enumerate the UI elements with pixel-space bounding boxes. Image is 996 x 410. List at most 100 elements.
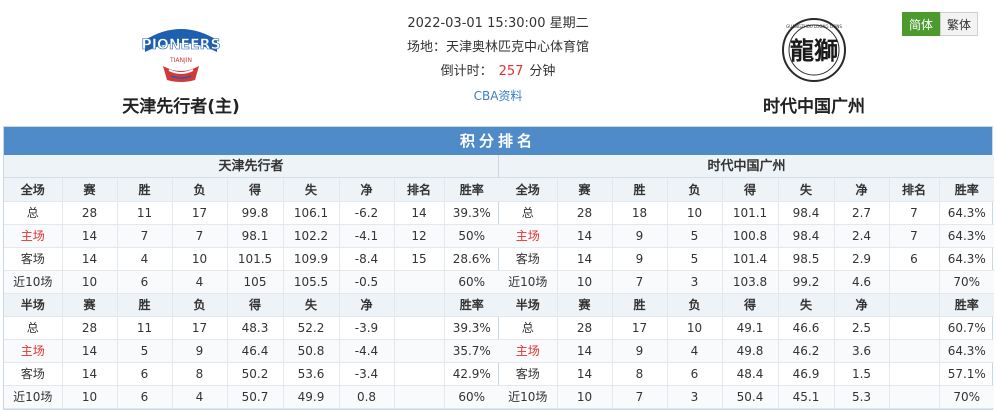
table-cell: 主场: [4, 339, 63, 363]
table-cell: 3.6: [834, 339, 890, 363]
table-cell: [889, 339, 940, 363]
table-cell: 48.3: [227, 316, 284, 340]
away-team-logo-icon[interactable]: GUANGZHOU LOONG LIONS 龍獅: [766, 14, 862, 86]
table-cell: -4.4: [339, 339, 395, 363]
table-cell: 105.5: [283, 270, 340, 294]
table-cell: -8.4: [339, 247, 395, 271]
table-cell: -6.2: [339, 201, 395, 225]
table-row: 客场 14 8 6 48.4 46.9 1.5 57.1%: [499, 362, 994, 386]
table-cell: 2.5: [834, 316, 890, 340]
table-cell: 7: [612, 270, 668, 294]
table-cell: 6: [889, 247, 940, 271]
countdown-label: 倒计时：: [440, 64, 493, 79]
column-header: 得: [722, 293, 779, 317]
column-header: 胜: [117, 178, 173, 202]
column-header: 负: [667, 178, 723, 202]
table-cell: 50.7: [227, 385, 284, 409]
table-cell: 7: [889, 201, 940, 225]
language-switch: 简体 繁体: [902, 12, 978, 36]
table-cell: 101.4: [722, 247, 779, 271]
table-cell: 总: [4, 201, 63, 225]
table-cell: 2.9: [834, 247, 890, 271]
table-cell: [889, 270, 940, 294]
table-cell: 28.6%: [444, 247, 499, 271]
table-cell: 98.5: [778, 247, 835, 271]
table-cell: 客场: [4, 362, 63, 386]
table-cell: 48.4: [722, 362, 779, 386]
table-cell: 5: [667, 247, 723, 271]
table-cell: 4.6: [834, 270, 890, 294]
column-header: 净: [834, 293, 890, 317]
table-cell: 64.3%: [939, 247, 994, 271]
match-header: PIONEERS TIANJIN 天津先行者(主) 2022-03-01 15:…: [0, 0, 996, 124]
table-cell: 10: [62, 385, 118, 409]
column-header: 负: [172, 178, 228, 202]
table-cell: 64.3%: [939, 339, 994, 363]
column-header: 净: [834, 178, 890, 202]
svg-text:龍獅: 龍獅: [790, 37, 838, 65]
table-cell: 9: [612, 224, 668, 248]
table-cell: 50.2: [227, 362, 284, 386]
table-cell: 105: [227, 270, 284, 294]
table-row: 主场 14 5 9 46.4 50.8 -4.4 35.7%: [4, 339, 499, 363]
column-header: 失: [283, 293, 340, 317]
table-row: 主场 14 9 4 49.8 46.2 3.6 64.3%: [499, 339, 994, 363]
table-cell: 客场: [499, 362, 558, 386]
table-cell: 17: [172, 316, 228, 340]
table-cell: 近10场: [4, 270, 63, 294]
column-header: 赛: [557, 293, 613, 317]
table-cell: 4: [667, 339, 723, 363]
column-header: 胜率: [939, 178, 994, 202]
table-row: 总 28 18 10 101.1 98.4 2.7 7 64.3%: [499, 201, 994, 225]
table-cell: 0.8: [339, 385, 395, 409]
table-cell: 6: [117, 270, 173, 294]
table-cell: 106.1: [283, 201, 340, 225]
column-header: 胜率: [444, 293, 499, 317]
table-cell: 总: [4, 316, 63, 340]
table-cell: 64.3%: [939, 201, 994, 225]
column-header: [394, 293, 445, 317]
table-cell: 100.8: [722, 224, 779, 248]
countdown-value: 257: [498, 64, 524, 79]
table-cell: [394, 270, 445, 294]
table-cell: 101.1: [722, 201, 779, 225]
table-cell: [889, 385, 940, 409]
table-cell: 50.4: [722, 385, 779, 409]
column-header: 赛: [62, 293, 118, 317]
table-cell: 11: [117, 201, 173, 225]
table-cell: 14: [557, 362, 613, 386]
table-cell: 2.7: [834, 201, 890, 225]
column-header: 胜率: [444, 178, 499, 202]
table-row: 近10场 10 6 4 50.7 49.9 0.8 60%: [4, 385, 499, 409]
home-team-logo-icon[interactable]: PIONEERS TIANJIN: [133, 14, 229, 86]
table-cell: 46.9: [778, 362, 835, 386]
table-cell: 14: [557, 224, 613, 248]
column-header: 负: [172, 293, 228, 317]
table-cell: 14: [62, 224, 118, 248]
table-cell: 103.8: [722, 270, 779, 294]
table-cell: 5: [117, 339, 173, 363]
table-cell: 60%: [444, 270, 499, 294]
table-cell: -0.5: [339, 270, 395, 294]
traditional-chinese-button[interactable]: 繁体: [940, 12, 978, 36]
table-cell: 近10场: [4, 385, 63, 409]
column-header: 赛: [557, 178, 613, 202]
match-info: 2022-03-01 15:30:00 星期二 场地：天津奥林匹克中心体育馆 倒…: [345, 12, 651, 109]
column-header: 得: [227, 178, 284, 202]
table-cell: 3: [667, 385, 723, 409]
away-team-name: 时代中国广州: [763, 97, 865, 117]
simplified-chinese-button[interactable]: 简体: [902, 12, 940, 36]
table-cell: 14: [62, 247, 118, 271]
match-venue: 场地：天津奥林匹克中心体育馆: [406, 40, 589, 55]
full-header-row: 全场赛胜负得失净排名 胜率: [4, 178, 499, 202]
table-cell: 52.2: [283, 316, 340, 340]
column-header: 赛: [62, 178, 118, 202]
table-cell: 5: [667, 224, 723, 248]
away-team: GUANGZHOU LOONG LIONS 龍獅 时代中国广州: [719, 14, 909, 117]
cba-profile-link[interactable]: CBA资料: [474, 89, 523, 103]
table-cell: 1.5: [834, 362, 890, 386]
table-cell: 53.6: [283, 362, 340, 386]
table-cell: [394, 339, 445, 363]
table-row: 客场 14 6 8 50.2 53.6 -3.4 42.9%: [4, 362, 499, 386]
column-header: [889, 293, 940, 317]
